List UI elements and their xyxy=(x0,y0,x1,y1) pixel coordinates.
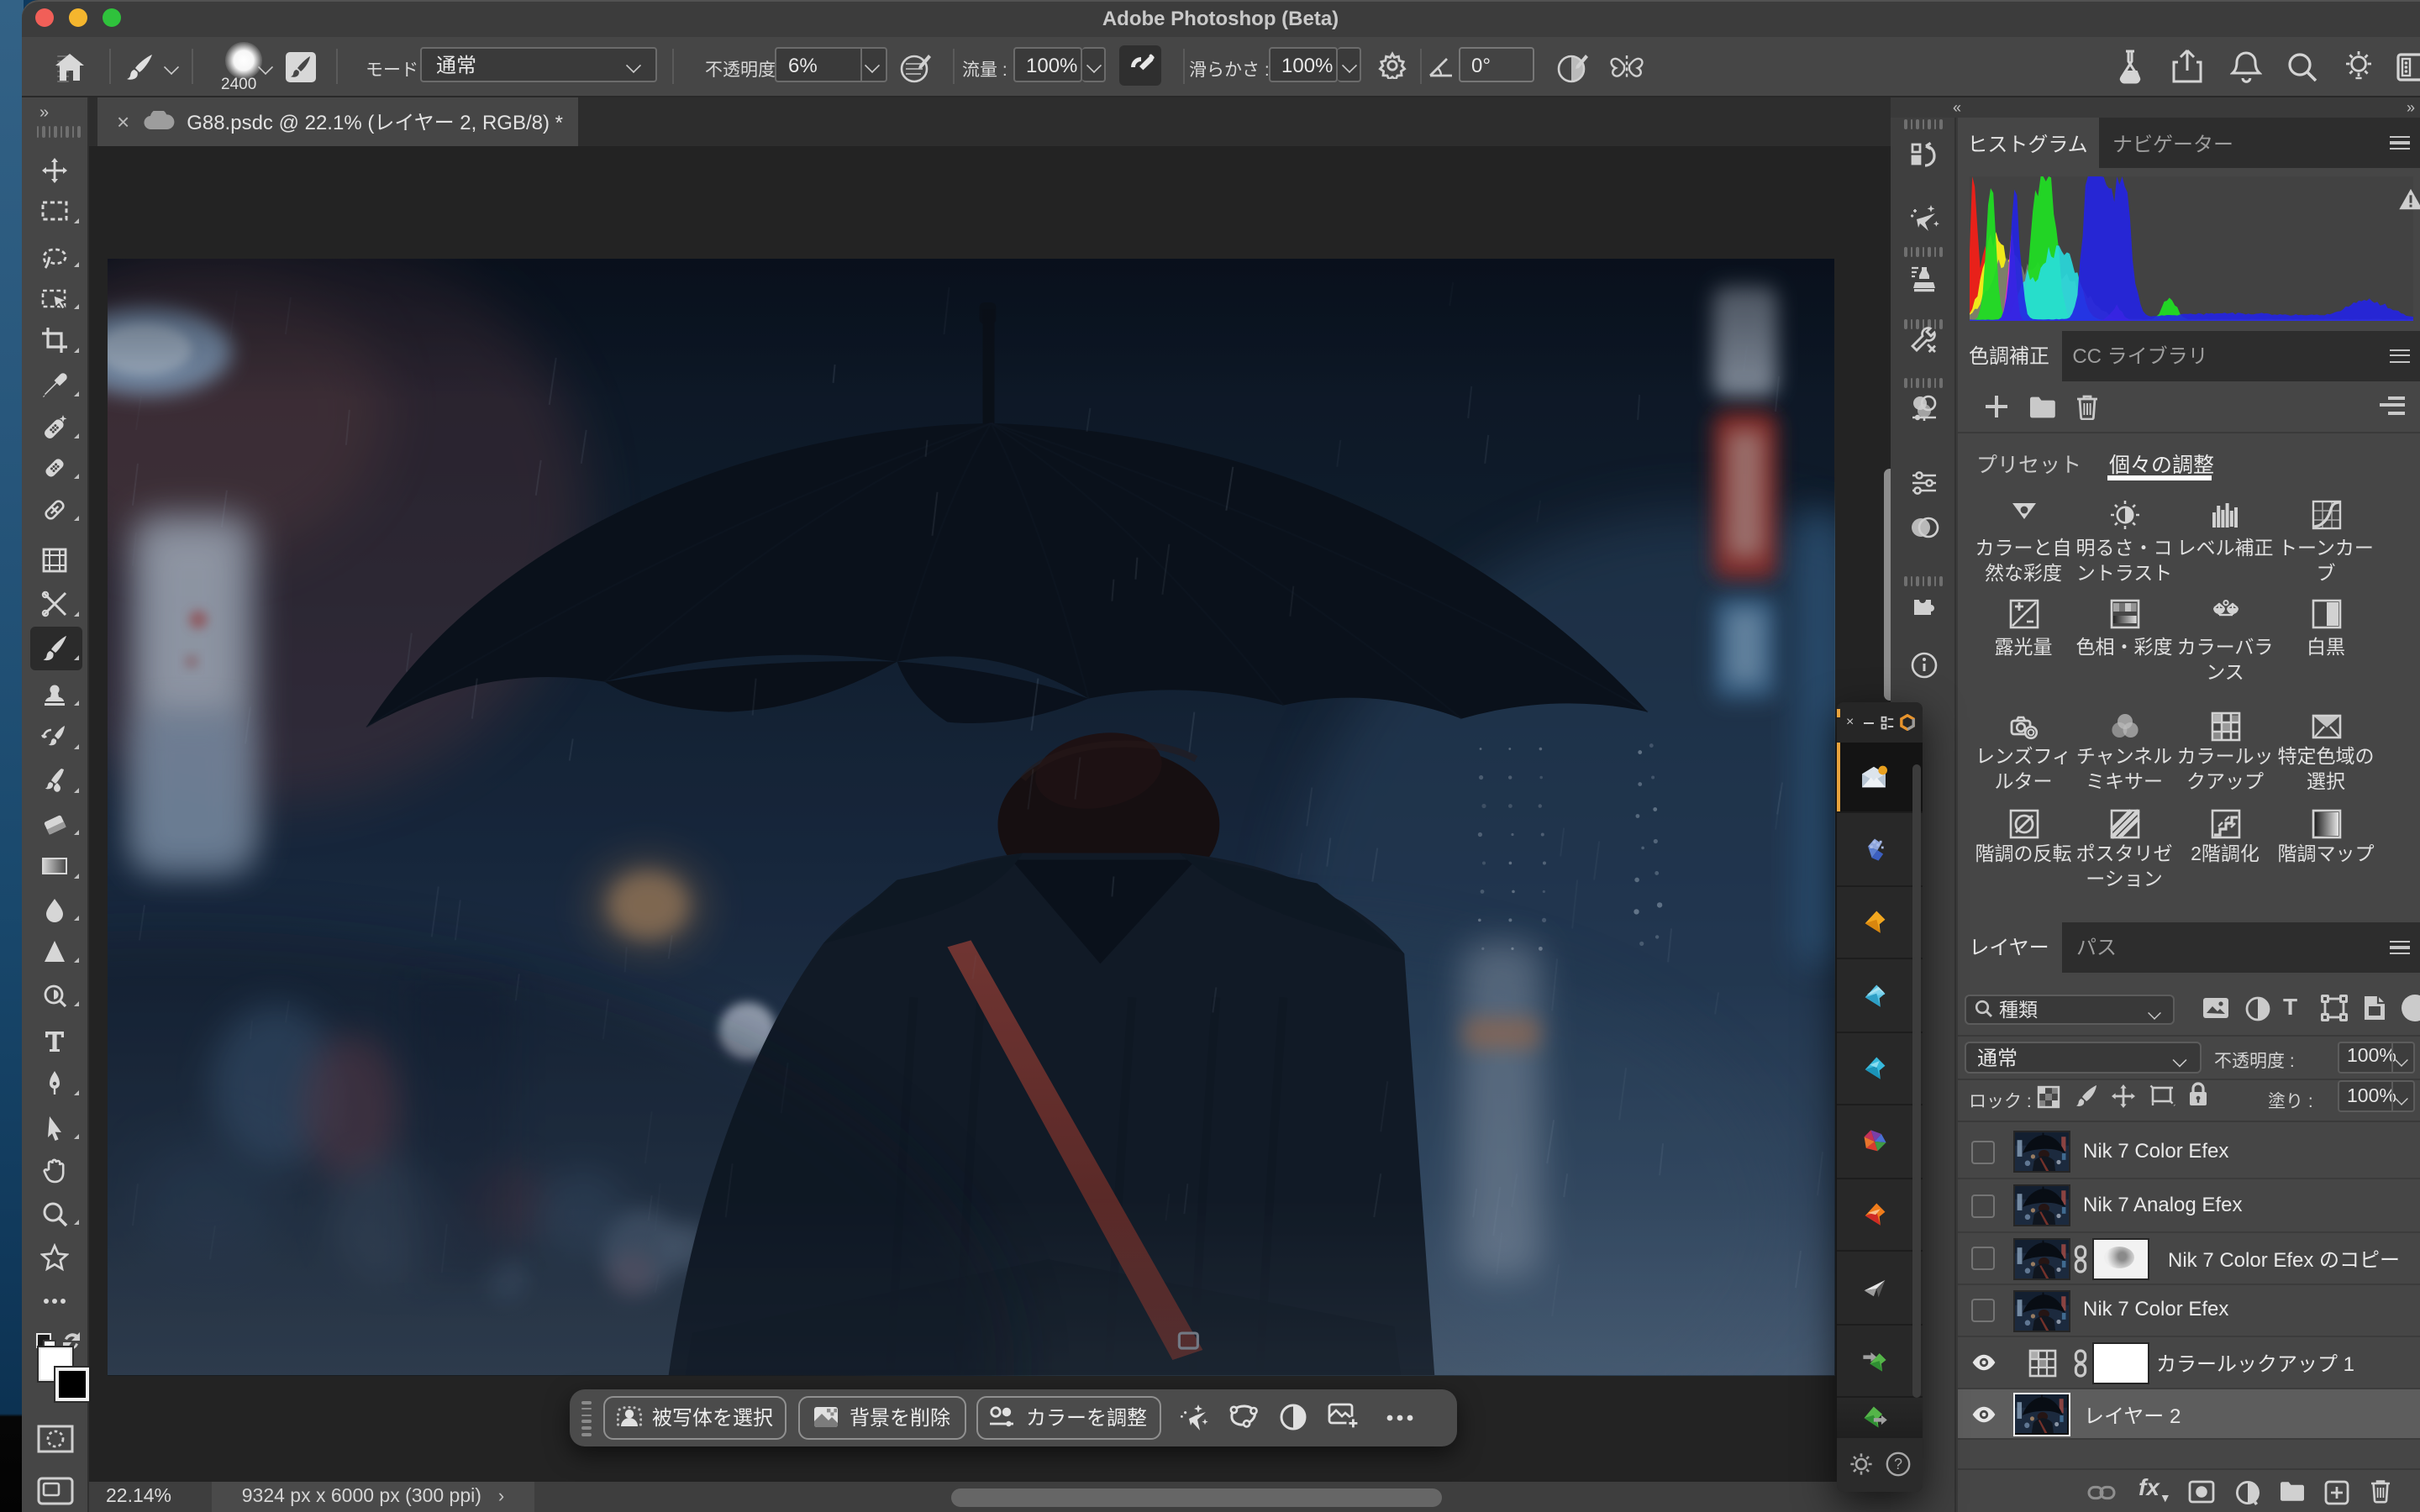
svg-text:?: ? xyxy=(1893,1456,1902,1473)
